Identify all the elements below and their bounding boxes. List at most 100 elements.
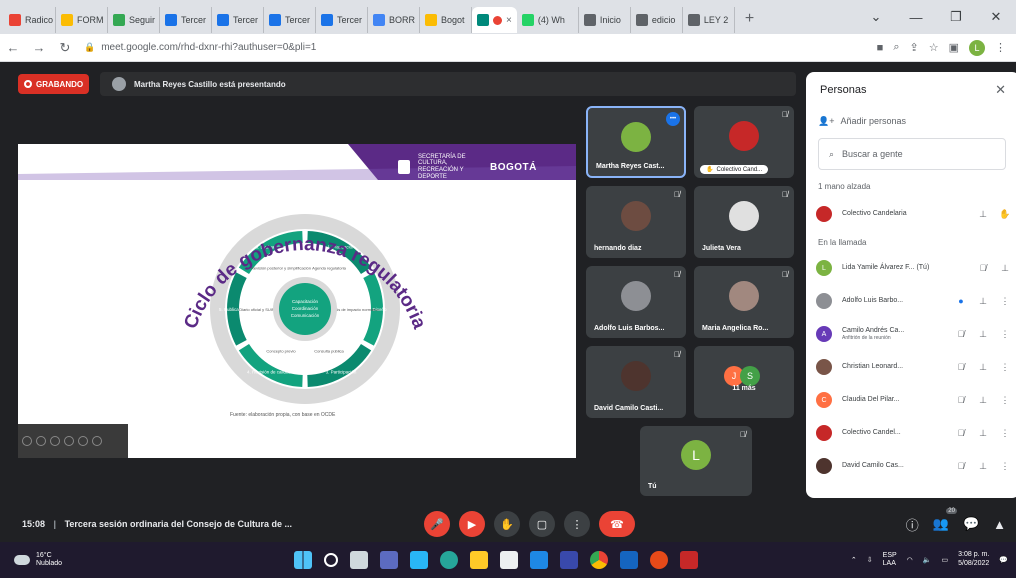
more-options-button[interactable]: ⋮ bbox=[564, 511, 590, 537]
back-button[interactable]: ← bbox=[0, 40, 26, 55]
minimize-button[interactable]: — bbox=[896, 10, 936, 25]
more-options-icon[interactable]: ⋮ bbox=[994, 395, 1016, 406]
tab-search-icon[interactable]: ⌄ bbox=[856, 9, 896, 25]
store-icon[interactable] bbox=[560, 551, 578, 569]
people-button[interactable]: 👥 20 bbox=[933, 508, 957, 532]
powerpoint-icon[interactable] bbox=[650, 551, 668, 569]
new-tab-button[interactable]: + bbox=[735, 10, 764, 28]
pin-icon[interactable]: ⊥ bbox=[994, 263, 1016, 274]
edge-icon[interactable] bbox=[440, 551, 458, 569]
pin-icon[interactable]: ⊥ bbox=[972, 362, 994, 373]
info-icon[interactable]: ⓘ bbox=[906, 515, 919, 534]
participant-tile[interactable]: J S 11 más bbox=[694, 346, 794, 418]
person-row[interactable]: David Camilo Cas... 🎙̸ ⊥ ⋮ bbox=[816, 452, 1016, 480]
person-row[interactable]: A Camilo Andrés Ca... Anfitrión de la reu… bbox=[816, 320, 1016, 348]
mail-icon[interactable] bbox=[530, 551, 548, 569]
participant-tile[interactable]: ✋ Colectivo Cand... 🎙̸ bbox=[694, 106, 794, 178]
raise-hand-button[interactable]: ✋ bbox=[494, 511, 520, 537]
clock[interactable]: 3:08 p. m. 5/08/2022 bbox=[958, 551, 989, 569]
acrobat-icon[interactable] bbox=[680, 551, 698, 569]
zoom-icon[interactable]: ⌕ bbox=[893, 41, 899, 54]
person-row[interactable]: C Claudia Del Pilar... 🎙̸ ⊥ ⋮ bbox=[816, 386, 1016, 414]
calendar-icon[interactable] bbox=[500, 551, 518, 569]
pin-icon[interactable]: ⊥ bbox=[972, 209, 994, 220]
chrome-icon[interactable] bbox=[590, 551, 608, 569]
profile-avatar[interactable]: L bbox=[969, 39, 985, 56]
start-icon[interactable] bbox=[294, 551, 312, 569]
participant-tile[interactable]: Adolfo Luis Barbos... 🎙̸ bbox=[586, 266, 686, 338]
browser-tab[interactable]: Tercer bbox=[316, 7, 368, 33]
browser-tab[interactable]: Inicio bbox=[579, 7, 631, 33]
participant-tile[interactable]: hernando diaz 🎙̸ bbox=[586, 186, 686, 258]
slide-controls[interactable] bbox=[18, 424, 128, 458]
more-options-icon[interactable]: ⋮ bbox=[994, 329, 1016, 340]
more-options-icon[interactable]: ⋮ bbox=[994, 362, 1016, 373]
camera-icon[interactable]: ■ bbox=[877, 42, 884, 54]
teams-icon[interactable] bbox=[380, 551, 398, 569]
pin-icon[interactable]: ⊥ bbox=[972, 329, 994, 340]
browser-tab[interactable]: Radico bbox=[4, 7, 56, 33]
mic-off-icon[interactable]: 🎙̸ bbox=[950, 329, 972, 339]
raised-hand-row[interactable]: Colectivo Candelaria ⊥ ✋ bbox=[816, 200, 1016, 228]
camera-off-button[interactable]: ▶ bbox=[459, 511, 485, 537]
person-row[interactable]: L Lida Yamile Álvarez F... (Tú) 🎙̸ ⊥ bbox=[816, 254, 1016, 282]
mic-off-icon[interactable]: 🎙̸ bbox=[950, 395, 972, 405]
notifications-icon[interactable]: 💬 bbox=[999, 556, 1008, 564]
wifi-icon[interactable]: ◠ bbox=[907, 556, 913, 564]
close-window-button[interactable]: ✕ bbox=[976, 9, 1016, 25]
pin-icon[interactable]: ⊥ bbox=[972, 296, 994, 307]
people-search-input[interactable]: ⌕ Buscar a gente bbox=[818, 138, 1006, 170]
chevron-up-icon[interactable]: ⌃ bbox=[851, 556, 857, 564]
mic-off-icon[interactable]: 🎙̸ bbox=[972, 263, 994, 273]
more-options-icon[interactable]: ⋮ bbox=[994, 461, 1016, 472]
menu-kebab-icon[interactable]: ⋮ bbox=[995, 41, 1006, 54]
url-field[interactable]: 🔒 meet.google.com/rhd-dxnr-rhi?authuser=… bbox=[84, 42, 877, 53]
present-button[interactable]: ▢ bbox=[529, 511, 555, 537]
activities-icon[interactable]: ▲ bbox=[993, 517, 1006, 532]
browser-tab[interactable]: Tercer bbox=[264, 7, 316, 33]
browser-tab[interactable]: (4) Wh bbox=[517, 7, 579, 33]
browser-tab[interactable]: edicio bbox=[631, 7, 683, 33]
browser-tab[interactable]: Seguir bbox=[108, 7, 160, 33]
close-tab-icon[interactable]: × bbox=[506, 15, 512, 26]
word-icon[interactable] bbox=[620, 551, 638, 569]
search-taskbar-icon[interactable] bbox=[324, 553, 338, 567]
widgets-icon[interactable] bbox=[410, 551, 428, 569]
participant-tile[interactable]: David Camilo Casti... 🎙̸ bbox=[586, 346, 686, 418]
person-row[interactable]: Adolfo Luis Barbo... ● ⊥ ⋮ bbox=[816, 287, 1016, 315]
add-people-button[interactable]: 👤+ Añadir personas bbox=[818, 116, 906, 127]
mic-off-icon[interactable]: 🎙̸ bbox=[950, 362, 972, 372]
participant-tile[interactable]: L Tú 🎙̸ bbox=[640, 426, 752, 496]
pin-icon[interactable]: ⊥ bbox=[972, 395, 994, 406]
mic-off-button[interactable]: 🎤 bbox=[424, 511, 450, 537]
forward-button[interactable]: → bbox=[26, 40, 52, 55]
chat-icon[interactable]: 💬 bbox=[963, 516, 979, 532]
mic-off-icon[interactable]: 🎙̸ bbox=[950, 428, 972, 438]
browser-tab[interactable]: FORM bbox=[56, 7, 108, 33]
hand-icon[interactable]: ✋ bbox=[994, 209, 1016, 220]
more-options-icon[interactable]: ⋮ bbox=[994, 296, 1016, 307]
more-options-icon[interactable]: ⋮ bbox=[994, 428, 1016, 439]
active-meet-tab[interactable]: × bbox=[472, 7, 517, 33]
sidepanel-icon[interactable]: ▣ bbox=[949, 41, 959, 54]
restore-button[interactable]: ❐ bbox=[936, 9, 976, 25]
battery-icon[interactable]: ▭ bbox=[942, 556, 949, 564]
file-explorer-icon[interactable] bbox=[470, 551, 488, 569]
pin-icon[interactable]: ⊥ bbox=[972, 461, 994, 472]
browser-tab[interactable]: Bogot bbox=[420, 7, 472, 33]
bookmark-star-icon[interactable]: ☆ bbox=[929, 41, 939, 54]
share-icon[interactable]: ⇪ bbox=[910, 41, 919, 54]
participant-tile[interactable]: Julieta Vera 🎙̸ bbox=[694, 186, 794, 258]
person-row[interactable]: Colectivo Candel... 🎙̸ ⊥ ⋮ bbox=[816, 419, 1016, 447]
participant-tile[interactable]: Maria Angelica Ro... 🎙̸ bbox=[694, 266, 794, 338]
weather-widget[interactable]: 16°C Nublado bbox=[14, 552, 62, 569]
browser-tab[interactable]: LEY 2 bbox=[683, 7, 735, 33]
download-icon[interactable]: ⇩ bbox=[867, 556, 873, 564]
mic-off-icon[interactable]: 🎙̸ bbox=[950, 461, 972, 471]
browser-tab[interactable]: BORR bbox=[368, 7, 420, 33]
recording-indicator[interactable]: GRABANDO bbox=[18, 74, 90, 94]
taskview-icon[interactable] bbox=[350, 551, 368, 569]
participant-tile[interactable]: Martha Reyes Cast... ••• bbox=[586, 106, 686, 178]
browser-tab[interactable]: Tercer bbox=[212, 7, 264, 33]
language-indicator[interactable]: ESP LAA bbox=[883, 552, 897, 569]
